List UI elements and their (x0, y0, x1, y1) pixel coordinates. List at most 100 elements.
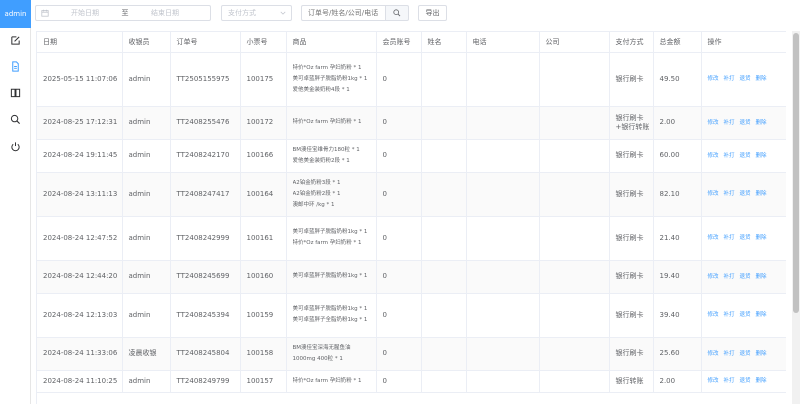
goods-item: 爱他美金装奶粉2段 * 1 (292, 157, 350, 164)
edit-button[interactable]: 修改 (708, 235, 719, 241)
cell-total-amount: 2.00 (653, 370, 702, 393)
edit-button[interactable]: 修改 (708, 76, 719, 82)
cell-receipt-number: 100175 (240, 52, 287, 107)
table-row[interactable]: 2024-08-24 11:33:06 凌晨收银 TT2408245804 10015… (37, 337, 786, 371)
goods-item: 美可卓蓝胖子脱脂奶粉1kg * 1 (292, 273, 368, 279)
cell-name (421, 260, 467, 294)
reprint-button[interactable]: 补打 (724, 120, 735, 126)
table-row[interactable]: 2024-08-24 12:13:03 admin TT2408245394 1001… (37, 293, 786, 338)
return-button[interactable]: 退货 (740, 351, 751, 357)
delete-button[interactable]: 删除 (756, 312, 767, 318)
cell-company (539, 260, 610, 294)
book-icon[interactable] (9, 86, 22, 99)
cell-date: 2024-08-24 12:44:20 (37, 260, 123, 294)
table-row[interactable]: 2025-05-15 11:07:06 admin TT2505155975 1001… (37, 52, 786, 107)
cell-order-number: TT2505155975 (170, 52, 241, 107)
cell-total-amount: 39.40 (653, 293, 702, 338)
chevron-down-icon (280, 10, 286, 16)
delete-button[interactable]: 删除 (756, 153, 767, 159)
goods-item: 美可卓蓝胖子脱脂奶粉1kg * 1 (292, 306, 368, 312)
document-icon[interactable] (9, 60, 22, 73)
delete-button[interactable]: 删除 (756, 351, 767, 357)
column-header: 会员账号 (376, 32, 422, 53)
cell-date: 2024-08-24 12:47:52 (37, 216, 123, 261)
delete-button[interactable]: 删除 (756, 274, 767, 280)
table-row[interactable]: 2024-08-25 17:12:31 admin TT2408255476 1001… (37, 106, 786, 140)
return-button[interactable]: 退货 (740, 312, 751, 318)
column-header: 姓名 (421, 32, 467, 53)
payment-method-select[interactable]: 支付方式 (221, 5, 292, 21)
cell-phone (466, 216, 540, 261)
reprint-button[interactable]: 补打 (724, 76, 735, 82)
return-button[interactable]: 退货 (740, 153, 751, 159)
table-row[interactable]: 2024-08-24 13:11:13 admin TT2408247417 1001… (37, 172, 786, 217)
return-button[interactable]: 退货 (740, 120, 751, 126)
delete-button[interactable]: 删除 (756, 120, 767, 126)
cell-actions: 修改 补打 退货 删除 (701, 293, 786, 338)
cell-receipt-number: 100161 (240, 216, 287, 261)
cell-order-number: TT2408242170 (170, 139, 241, 173)
cell-member-account: 0 (376, 106, 422, 140)
edit-button[interactable]: 修改 (708, 153, 719, 159)
cell-order-number: TT2408255476 (170, 106, 241, 140)
edit-button[interactable]: 修改 (708, 378, 719, 384)
cell-cashier: admin (122, 216, 171, 261)
cell-member-account: 0 (376, 370, 422, 393)
return-button[interactable]: 退货 (740, 235, 751, 241)
payment-method-text: 银行刷卡 (615, 310, 644, 319)
table-row[interactable]: 2024-08-24 11:10:25 admin TT2408249799 1001… (37, 370, 786, 393)
vertical-scrollbar[interactable] (792, 31, 800, 404)
table-row[interactable]: 2024-08-24 19:11:45 admin TT2408242170 1001… (37, 139, 786, 173)
payment-method-text: 银行刷卡 (615, 349, 644, 357)
delete-button[interactable]: 删除 (756, 76, 767, 82)
table-row[interactable]: 2024-08-24 12:47:52 admin TT2408242999 1001… (37, 216, 786, 261)
search-input[interactable] (301, 5, 385, 21)
cell-goods: BM澳佳宝深海无腥鱼油 1000mg 400粒 * 1 (286, 337, 377, 371)
reprint-button[interactable]: 补打 (724, 351, 735, 357)
cell-name (421, 370, 467, 393)
edit-icon[interactable] (9, 34, 22, 47)
column-header: 商品 (286, 32, 377, 53)
table-row[interactable]: 2024-08-24 12:44:20 admin TT2408245699 1001… (37, 260, 786, 294)
edit-button[interactable]: 修改 (708, 274, 719, 280)
search-icon[interactable] (9, 113, 22, 126)
delete-button[interactable]: 删除 (756, 235, 767, 241)
cell-goods: A2铂金奶粉3段 * 1 A2铂金奶粉2段 * 1 澳邮中环 /kg * 1 (286, 172, 377, 217)
date-range-picker[interactable]: 开始日期 至 结束日期 (35, 5, 211, 21)
cell-goods: 特价*Oz farm 孕妇奶粉 * 1 美可卓蓝胖子脱脂奶粉1kg * 1 爱他美金… (286, 52, 377, 107)
delete-button[interactable]: 删除 (756, 378, 767, 384)
payment-method-text: 银行刷卡 (615, 233, 644, 242)
power-icon[interactable] (9, 140, 22, 153)
goods-item: 美可卓蓝胖子脱脂奶粉1kg * 1 (292, 229, 368, 235)
reprint-button[interactable]: 补打 (724, 312, 735, 318)
edit-button[interactable]: 修改 (708, 312, 719, 318)
cell-payment-method: 银行刷卡 (609, 139, 654, 173)
edit-button[interactable]: 修改 (708, 351, 719, 357)
cell-payment-method: 银行刷卡 (609, 216, 654, 261)
payment-method-text: 银行刷卡 (615, 189, 644, 198)
reprint-button[interactable]: 补打 (724, 235, 735, 241)
reprint-button[interactable]: 补打 (724, 378, 735, 384)
return-button[interactable]: 退货 (740, 378, 751, 384)
cell-member-account: 0 (376, 337, 422, 371)
return-button[interactable]: 退货 (740, 76, 751, 82)
edit-button[interactable]: 修改 (708, 120, 719, 126)
goods-item: 特价*Oz farm 孕妇奶粉 * 1 (292, 240, 362, 246)
delete-button[interactable]: 删除 (756, 191, 767, 197)
cell-phone (466, 337, 540, 371)
reprint-button[interactable]: 补打 (724, 153, 735, 159)
return-button[interactable]: 退货 (740, 191, 751, 197)
search-button[interactable] (385, 5, 409, 21)
cell-name (421, 293, 467, 338)
return-button[interactable]: 退货 (740, 274, 751, 280)
goods-item: 1000mg 400粒 * 1 (292, 355, 343, 362)
user-badge[interactable]: admin (0, 0, 31, 28)
edit-button[interactable]: 修改 (708, 191, 719, 197)
export-button[interactable]: 导出 (418, 5, 447, 21)
cell-cashier: 凌晨收银 (122, 337, 171, 371)
scrollbar-thumb[interactable] (793, 33, 799, 313)
reprint-button[interactable]: 补打 (724, 191, 735, 197)
start-date-input[interactable]: 开始日期 (56, 8, 114, 18)
end-date-input[interactable]: 结束日期 (136, 8, 194, 18)
reprint-button[interactable]: 补打 (724, 274, 735, 280)
